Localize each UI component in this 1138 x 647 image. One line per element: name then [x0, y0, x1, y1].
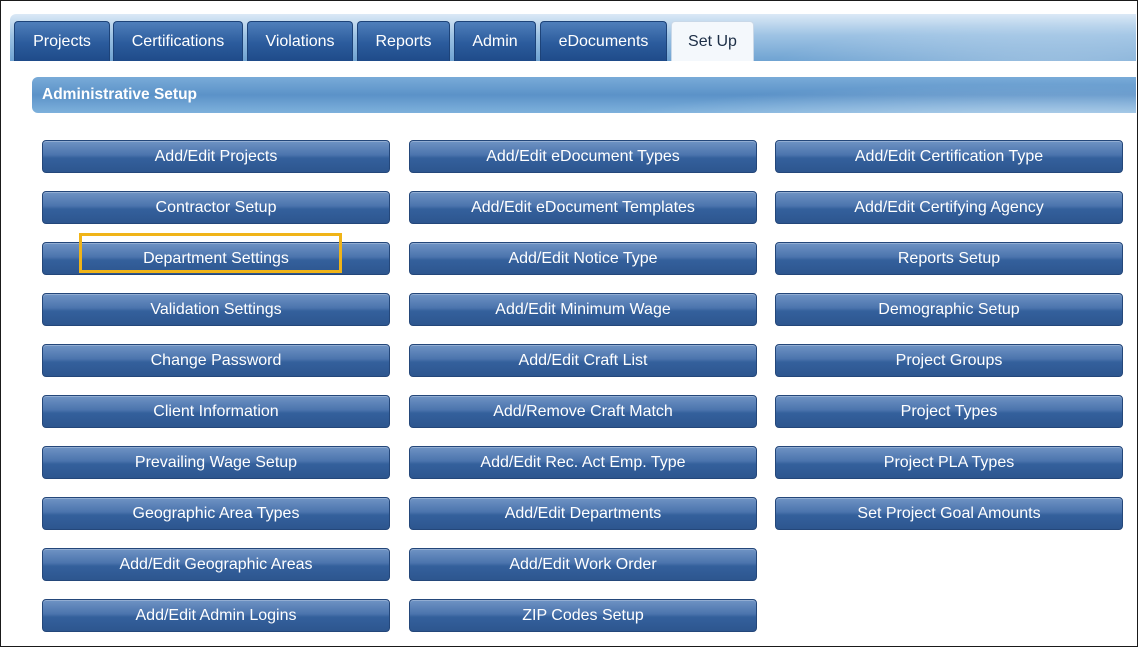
client-information-button[interactable]: Client Information [42, 395, 390, 428]
add-edit-certifying-agency-button[interactable]: Add/Edit Certifying Agency [775, 191, 1123, 224]
tab-admin[interactable]: Admin [454, 21, 536, 61]
main-tab-bar: Projects Certifications Violations Repor… [10, 14, 1136, 61]
reports-setup-button[interactable]: Reports Setup [775, 242, 1123, 275]
department-settings-button[interactable]: Department Settings [42, 242, 390, 275]
project-groups-button[interactable]: Project Groups [775, 344, 1123, 377]
change-password-button[interactable]: Change Password [42, 344, 390, 377]
add-edit-projects-button[interactable]: Add/Edit Projects [42, 140, 390, 173]
add-edit-minimum-wage-button[interactable]: Add/Edit Minimum Wage [409, 293, 757, 326]
add-edit-departments-button[interactable]: Add/Edit Departments [409, 497, 757, 530]
tabbar-decoration [716, 14, 1136, 61]
project-pla-types-button[interactable]: Project PLA Types [775, 446, 1123, 479]
add-edit-craft-list-button[interactable]: Add/Edit Craft List [409, 344, 757, 377]
tab-projects[interactable]: Projects [14, 21, 110, 61]
contractor-setup-button[interactable]: Contractor Setup [42, 191, 390, 224]
demographic-setup-button[interactable]: Demographic Setup [775, 293, 1123, 326]
set-project-goal-amounts-button[interactable]: Set Project Goal Amounts [775, 497, 1123, 530]
add-edit-certification-type-button[interactable]: Add/Edit Certification Type [775, 140, 1123, 173]
prevailing-wage-setup-button[interactable]: Prevailing Wage Setup [42, 446, 390, 479]
section-header: Administrative Setup [32, 77, 1136, 113]
add-edit-work-order-button[interactable]: Add/Edit Work Order [409, 548, 757, 581]
add-edit-edocument-types-button[interactable]: Add/Edit eDocument Types [409, 140, 757, 173]
zip-codes-setup-button[interactable]: ZIP Codes Setup [409, 599, 757, 632]
tab-reports[interactable]: Reports [357, 21, 450, 61]
section-title: Administrative Setup [42, 86, 198, 103]
add-edit-geographic-areas-button[interactable]: Add/Edit Geographic Areas [42, 548, 390, 581]
tab-edocuments[interactable]: eDocuments [540, 21, 667, 61]
header-decoration [536, 77, 1136, 113]
validation-settings-button[interactable]: Validation Settings [42, 293, 390, 326]
tab-certifications[interactable]: Certifications [113, 21, 243, 61]
geographic-area-types-button[interactable]: Geographic Area Types [42, 497, 390, 530]
add-remove-craft-match-button[interactable]: Add/Remove Craft Match [409, 395, 757, 428]
add-edit-rec-act-emp-type-button[interactable]: Add/Edit Rec. Act Emp. Type [409, 446, 757, 479]
tab-violations[interactable]: Violations [247, 21, 353, 61]
project-types-button[interactable]: Project Types [775, 395, 1123, 428]
tab-set-up[interactable]: Set Up [671, 21, 754, 61]
add-edit-edocument-templates-button[interactable]: Add/Edit eDocument Templates [409, 191, 757, 224]
add-edit-admin-logins-button[interactable]: Add/Edit Admin Logins [42, 599, 390, 632]
add-edit-notice-type-button[interactable]: Add/Edit Notice Type [409, 242, 757, 275]
